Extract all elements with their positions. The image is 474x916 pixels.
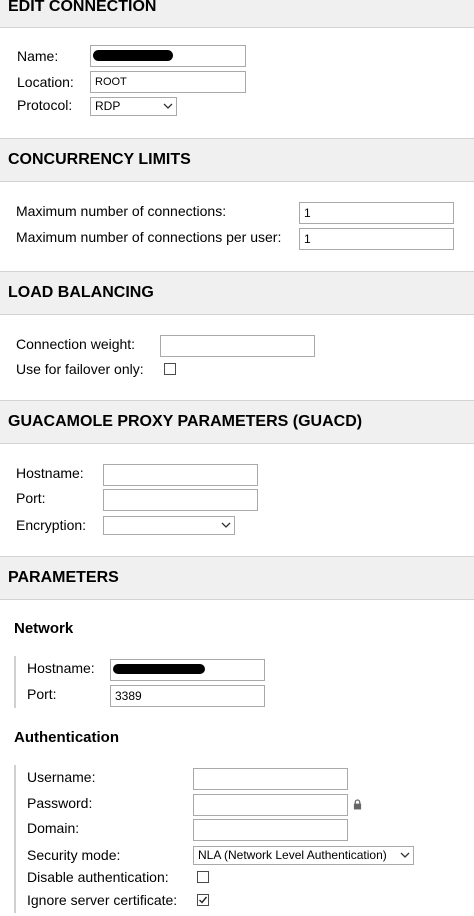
redacted-hostname [113,664,205,674]
section-title: CONCURRENCY LIMITS [8,151,191,168]
section-title: GUACAMOLE PROXY PARAMETERS (GUACD) [8,413,363,430]
password-input[interactable] [193,794,348,816]
security-mode-label: Security mode: [27,847,121,863]
network-group-border [14,656,16,708]
section-title: LOAD BALANCING [8,284,154,301]
location-label: Location: [17,74,74,90]
guacd-port-input[interactable] [103,489,258,511]
chevron-down-icon [221,522,231,528]
domain-input[interactable] [193,819,348,841]
connection-weight-input[interactable] [160,335,315,357]
network-hostname-label: Hostname: [27,660,95,676]
section-title: PARAMETERS [8,569,119,586]
disable-auth-checkbox[interactable] [197,871,209,883]
disable-auth-label: Disable authentication: [27,869,169,885]
chevron-down-icon [163,103,173,109]
security-mode-select[interactable]: NLA (Network Level Authentication) [193,846,414,865]
parameters-header: PARAMETERS [0,556,474,600]
guacd-port-label: Port: [16,490,46,506]
connection-weight-label: Connection weight: [16,336,136,352]
max-per-user-label: Maximum number of connections per user: [16,229,282,245]
redacted-name [93,50,173,61]
username-input[interactable] [193,768,348,790]
checkmark-icon [199,896,208,904]
load-balancing-header: LOAD BALANCING [0,271,474,315]
network-port-input[interactable]: 3389 [110,685,265,707]
network-hostname-input[interactable] [110,659,265,681]
password-label: Password: [27,795,93,811]
location-input[interactable]: ROOT [90,71,246,93]
encryption-select[interactable] [103,516,235,535]
network-port-label: Port: [27,686,57,702]
guacd-hostname-input[interactable] [103,464,258,486]
network-heading: Network [14,620,74,637]
section-title: EDIT CONNECTION [8,0,157,15]
protocol-label: Protocol: [17,97,73,113]
concurrency-header: CONCURRENCY LIMITS [0,138,474,182]
failover-checkbox[interactable] [164,363,176,375]
max-per-user-input[interactable]: 1 [299,228,454,250]
max-connections-label: Maximum number of connections: [16,203,227,219]
username-label: Username: [27,769,96,785]
ignore-cert-checkbox[interactable] [197,894,209,906]
authentication-heading: Authentication [14,729,119,746]
security-mode-value: NLA (Network Level Authentication) [198,848,387,862]
encryption-label: Encryption: [16,517,87,533]
ignore-cert-label: Ignore server certificate: [27,892,178,908]
name-input[interactable] [90,45,246,67]
chevron-down-icon [400,852,410,858]
max-connections-input[interactable]: 1 [299,202,454,224]
guacd-hostname-label: Hostname: [16,465,84,481]
lock-icon[interactable] [353,799,362,810]
domain-label: Domain: [27,820,80,836]
name-label: Name: [17,48,59,64]
protocol-value: RDP [95,99,121,113]
edit-connection-header: EDIT CONNECTION [0,0,474,28]
authentication-group-border [14,765,16,913]
failover-label: Use for failover only: [16,361,144,377]
protocol-select[interactable]: RDP [90,97,177,116]
guacd-header: GUACAMOLE PROXY PARAMETERS (GUACD) [0,400,474,444]
